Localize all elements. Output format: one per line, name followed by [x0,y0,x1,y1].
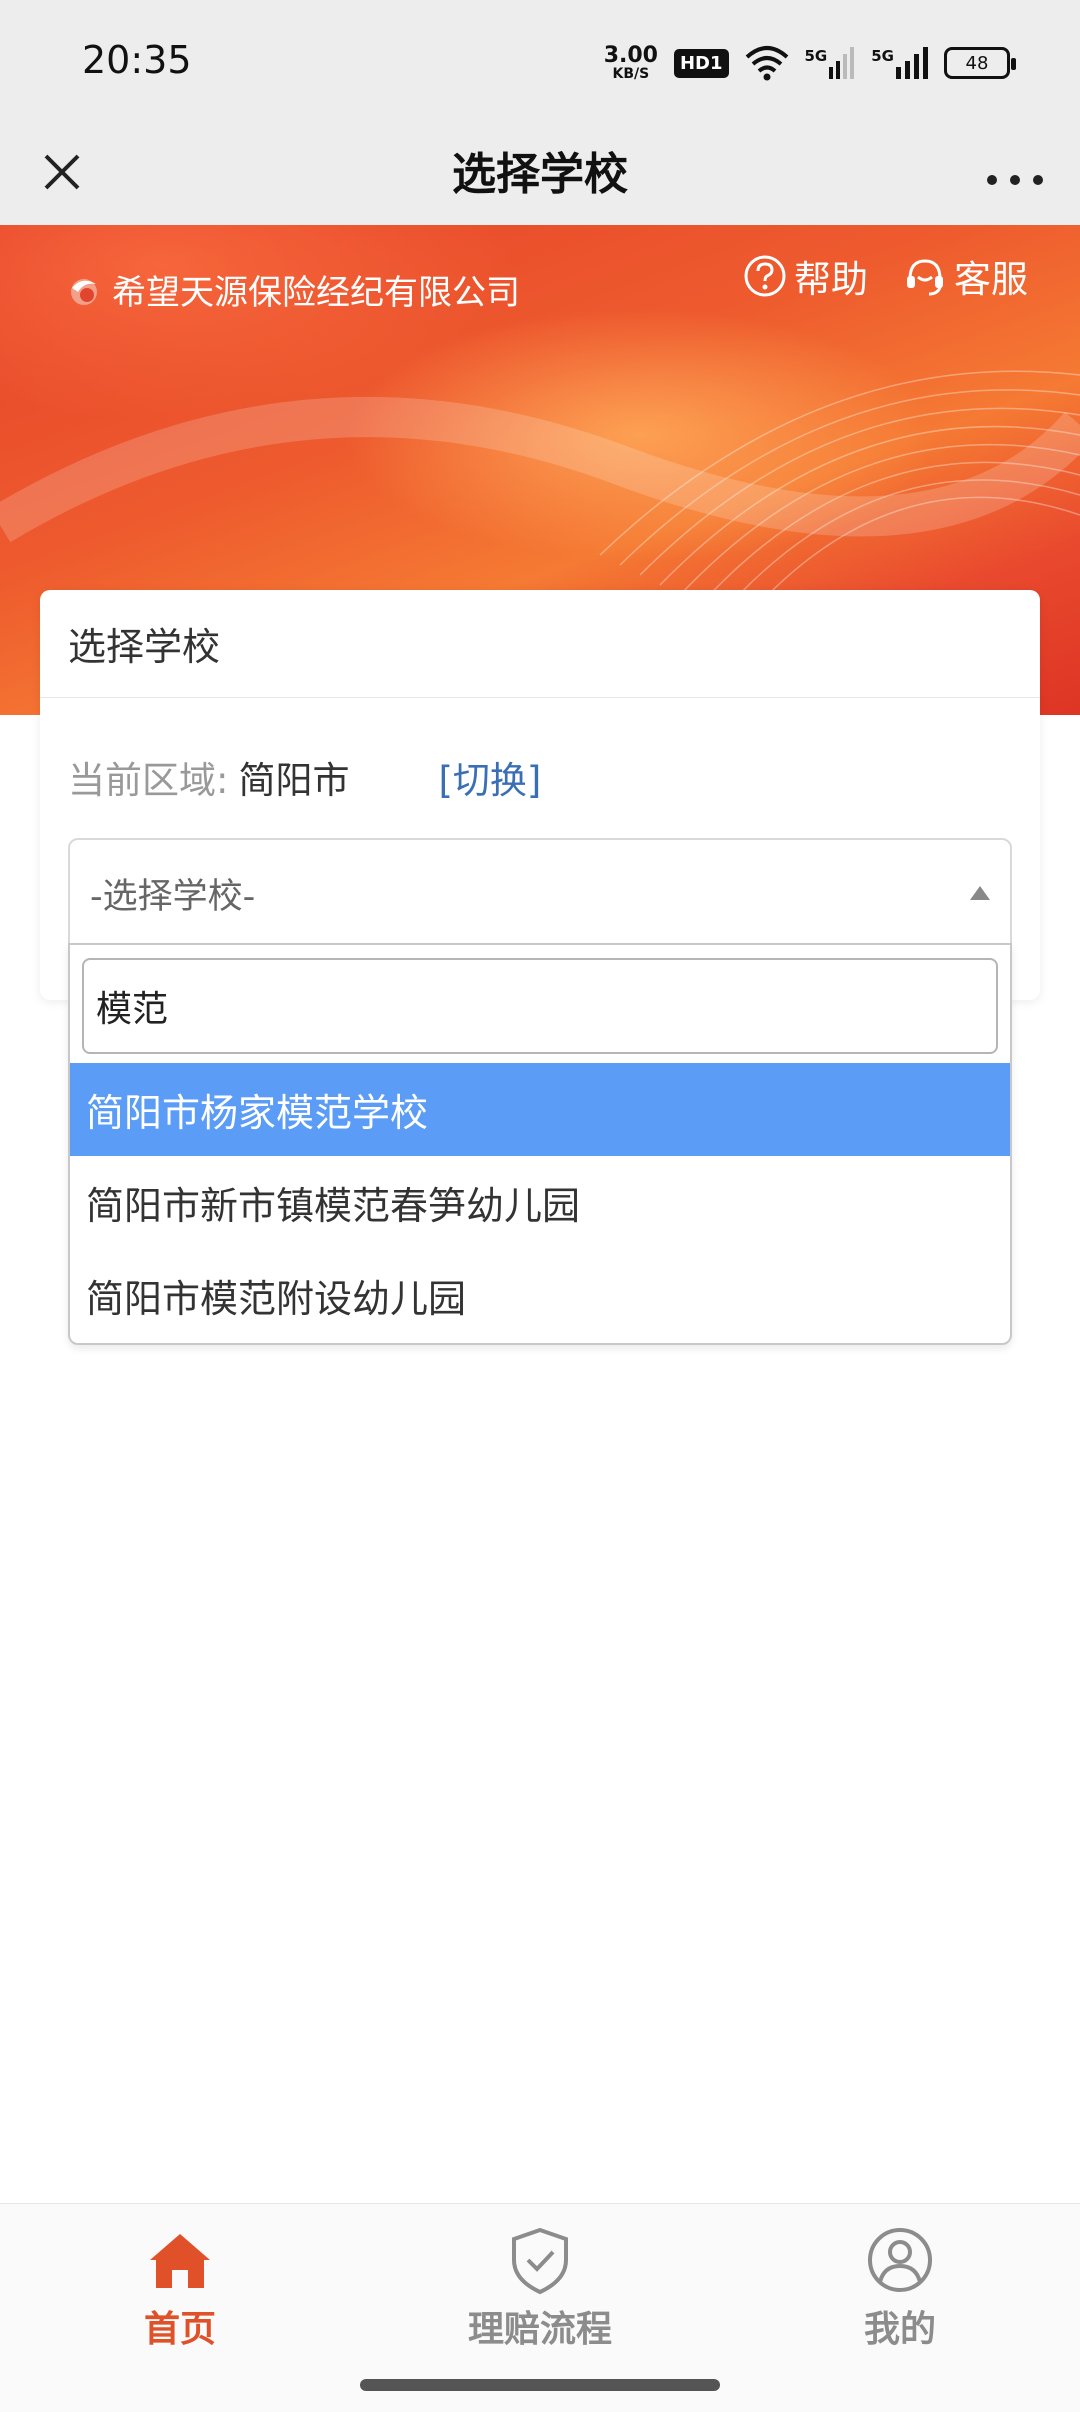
battery-level: 48 [965,52,989,74]
help-button[interactable]: 帮助 [742,249,868,303]
company-name: 希望天源保险经纪有限公司 [112,273,520,313]
tab-mine[interactable]: 我的 [800,2224,1000,2352]
switch-region-link[interactable]: [切换] [438,750,541,804]
shield-check-icon [512,2227,568,2295]
page-title: 选择学校 [452,149,628,200]
card-title: 选择学校 [40,590,1040,698]
wifi-icon [745,46,788,81]
tab-mine-label: 我的 [863,2309,936,2350]
tab-claims-process[interactable]: 理赔流程 [440,2224,640,2352]
signal-icon-2: 5G [871,47,928,79]
school-option[interactable]: 简阳市新市镇模范春笋幼儿园 [70,1156,1010,1249]
help-icon [744,255,786,297]
status-time: 20:35 [82,38,192,82]
network-speed-value: 3.00 [603,43,658,68]
status-bar: 20:35 3.00 KB/S HD1 5G 5G 48 [0,0,1080,120]
company-logo-icon [71,278,97,305]
more-icon[interactable] [980,140,1050,204]
region-label: 当前区域: [68,759,229,802]
triangle-up-icon [970,886,990,900]
tab-home-label: 首页 [143,2309,216,2350]
home-indicator [360,2379,720,2391]
nav-bar: 选择学校 [0,120,1080,225]
headset-icon [907,259,943,296]
tab-claims-label: 理赔流程 [467,2309,612,2350]
signal-icon: 5G [805,47,856,79]
home-icon [150,2234,210,2288]
company-brand: 希望天源保险经纪有限公司 [64,265,520,314]
school-dropdown: 简阳市杨家模范学校 简阳市新市镇模范春笋幼儿园 简阳市模范附设幼儿园 [68,943,1012,1345]
school-select[interactable]: -选择学校- [68,838,1012,948]
signal-type-1: 5G [804,47,828,65]
status-icons: 3.00 KB/S HD1 5G 5G 48 [603,40,1016,86]
tab-home[interactable]: 首页 [80,2224,280,2352]
customer-service-button[interactable]: 客服 [902,249,1028,303]
service-label: 客服 [954,258,1028,301]
hd-icon: HD1 [673,48,729,78]
network-speed: 3.00 KB/S [603,43,658,82]
school-select-placeholder: -选择学校- [90,876,256,917]
school-option[interactable]: 简阳市模范附设幼儿园 [70,1249,1010,1342]
banner-actions: 帮助 客服 [742,249,1028,303]
select-school-card: 选择学校 当前区域: 简阳市 [切换] -选择学校- [40,590,1040,1000]
help-label: 帮助 [794,258,868,301]
battery-icon: 48 [944,47,1016,79]
region-row: 当前区域: 简阳市 [切换] [68,750,541,804]
region-value: 简阳市 [238,759,350,802]
signal-type-2: 5G [871,47,894,65]
school-search-input[interactable] [82,958,998,1054]
network-speed-unit: KB/S [612,66,650,82]
school-option[interactable]: 简阳市杨家模范学校 [70,1063,1010,1156]
user-icon [868,2228,932,2292]
